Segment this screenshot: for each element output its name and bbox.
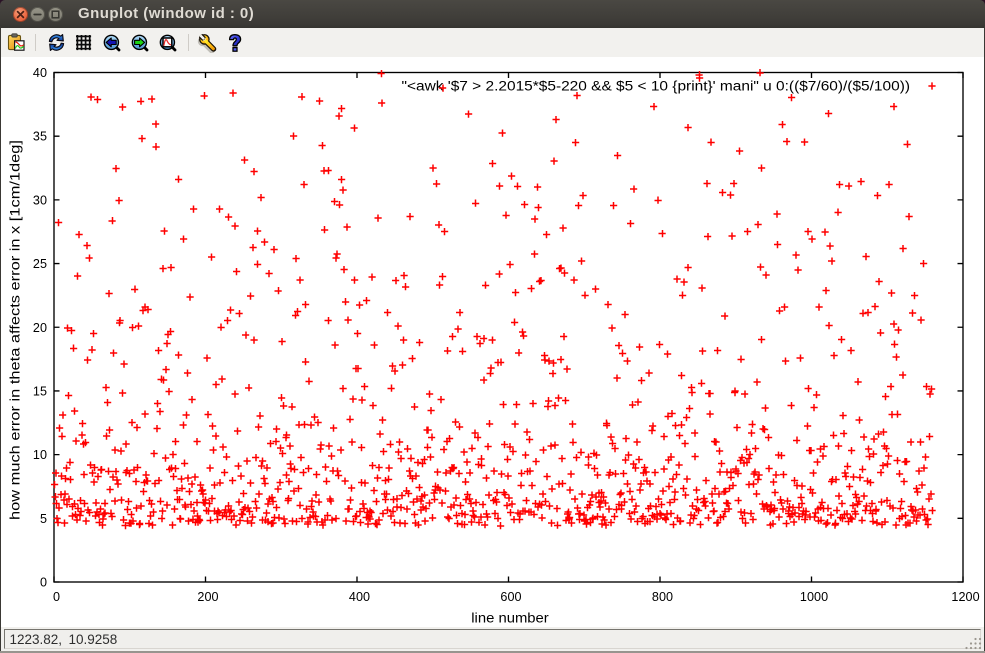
svg-text:1200: 1200 [951, 590, 979, 604]
svg-text:5: 5 [40, 512, 47, 526]
svg-text:200: 200 [197, 590, 218, 604]
svg-text:0: 0 [53, 590, 60, 604]
svg-text:400: 400 [349, 590, 370, 604]
svg-text:40: 40 [33, 66, 47, 80]
svg-text:800: 800 [652, 590, 673, 604]
svg-text:30: 30 [33, 193, 47, 207]
svg-text:"<awk '$7 > 2.2015*$5-220 && $: "<awk '$7 > 2.2015*$5-220 && $5 < 10 {pr… [402, 79, 911, 94]
svg-text:25: 25 [33, 257, 47, 271]
svg-text:1000: 1000 [800, 590, 828, 604]
svg-text:20: 20 [33, 321, 47, 335]
svg-text:line number: line number [471, 611, 549, 626]
svg-text:600: 600 [500, 590, 521, 604]
svg-text:35: 35 [33, 130, 47, 144]
svg-text:0: 0 [40, 576, 47, 590]
svg-text:15: 15 [33, 384, 47, 398]
svg-text:how much error in theta affect: how much error in theta affects error in… [8, 140, 23, 520]
svg-text:10: 10 [33, 448, 47, 462]
